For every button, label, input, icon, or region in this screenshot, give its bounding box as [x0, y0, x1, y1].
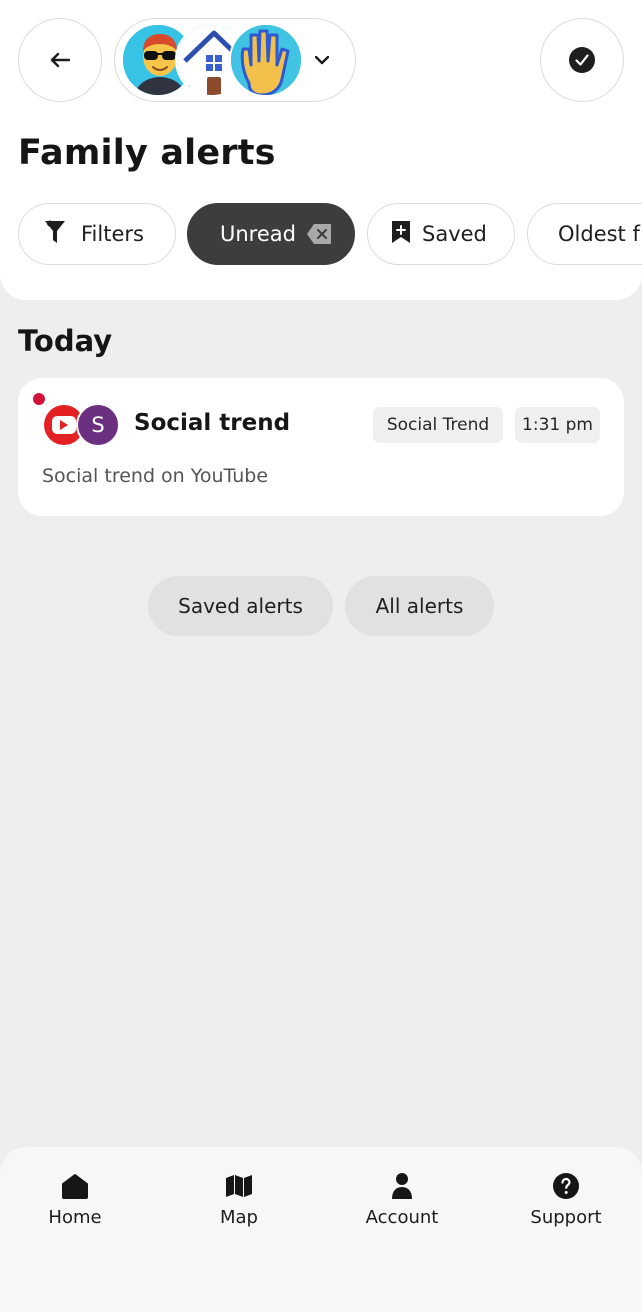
member-avatar-initial: S: [76, 403, 120, 447]
nav-label: Home: [48, 1207, 102, 1228]
filters-chip[interactable]: Filters: [18, 203, 176, 265]
chevron-down-icon[interactable]: [311, 49, 333, 71]
header-card: Family alerts Filters Unread Saved Oldes…: [0, 0, 642, 300]
oldest-first-chip[interactable]: Oldest f: [527, 203, 642, 265]
raised-hand-emoji-icon: [231, 25, 301, 95]
nav-account[interactable]: Account: [342, 1171, 462, 1231]
unread-chip[interactable]: Unread: [187, 203, 355, 265]
map-icon: [225, 1171, 253, 1201]
done-button[interactable]: [540, 18, 624, 102]
family-alerts-screen: Family alerts Filters Unread Saved Oldes…: [0, 0, 642, 1312]
all-alerts-button[interactable]: All alerts: [345, 576, 494, 636]
nav-label: Account: [365, 1207, 439, 1228]
check-circle-icon: [569, 47, 595, 73]
alert-category-tag: Social Trend: [373, 407, 503, 443]
alert-card[interactable]: S Social trend Social Trend 1:31 pm Soci…: [18, 378, 624, 516]
home-icon: [61, 1171, 89, 1201]
alert-description: Social trend on YouTube: [42, 465, 269, 487]
section-heading-today: Today: [18, 324, 113, 358]
member-avatar[interactable]: [229, 23, 303, 97]
chip-label: Unread: [220, 222, 296, 246]
clear-x-icon[interactable]: [306, 223, 332, 245]
alert-title: Social trend: [134, 410, 291, 436]
page-title: Family alerts: [18, 133, 276, 173]
family-member-switcher[interactable]: [114, 18, 356, 102]
nav-map[interactable]: Map: [179, 1171, 299, 1231]
chip-label: Oldest f: [558, 222, 640, 246]
nav-label: Support: [530, 1207, 602, 1228]
saved-alerts-button[interactable]: Saved alerts: [148, 576, 333, 636]
filter-chip-row: Filters Unread Saved Oldest f: [18, 203, 642, 265]
arrow-left-icon: [50, 52, 70, 68]
alert-time: 1:31 pm: [515, 407, 600, 443]
nav-label: Map: [220, 1207, 258, 1228]
nav-home[interactable]: Home: [15, 1171, 135, 1231]
chip-label: Saved: [422, 222, 487, 246]
back-button[interactable]: [18, 18, 102, 102]
filter-icon: [43, 219, 67, 250]
saved-chip[interactable]: Saved: [367, 203, 515, 265]
question-icon: [552, 1171, 580, 1201]
chip-label: Filters: [81, 222, 144, 246]
bottom-navigation: Home Map Account Support: [0, 1147, 642, 1312]
bookmark-plus-icon: [390, 219, 412, 250]
nav-support[interactable]: Support: [506, 1171, 626, 1231]
person-icon: [391, 1171, 413, 1201]
